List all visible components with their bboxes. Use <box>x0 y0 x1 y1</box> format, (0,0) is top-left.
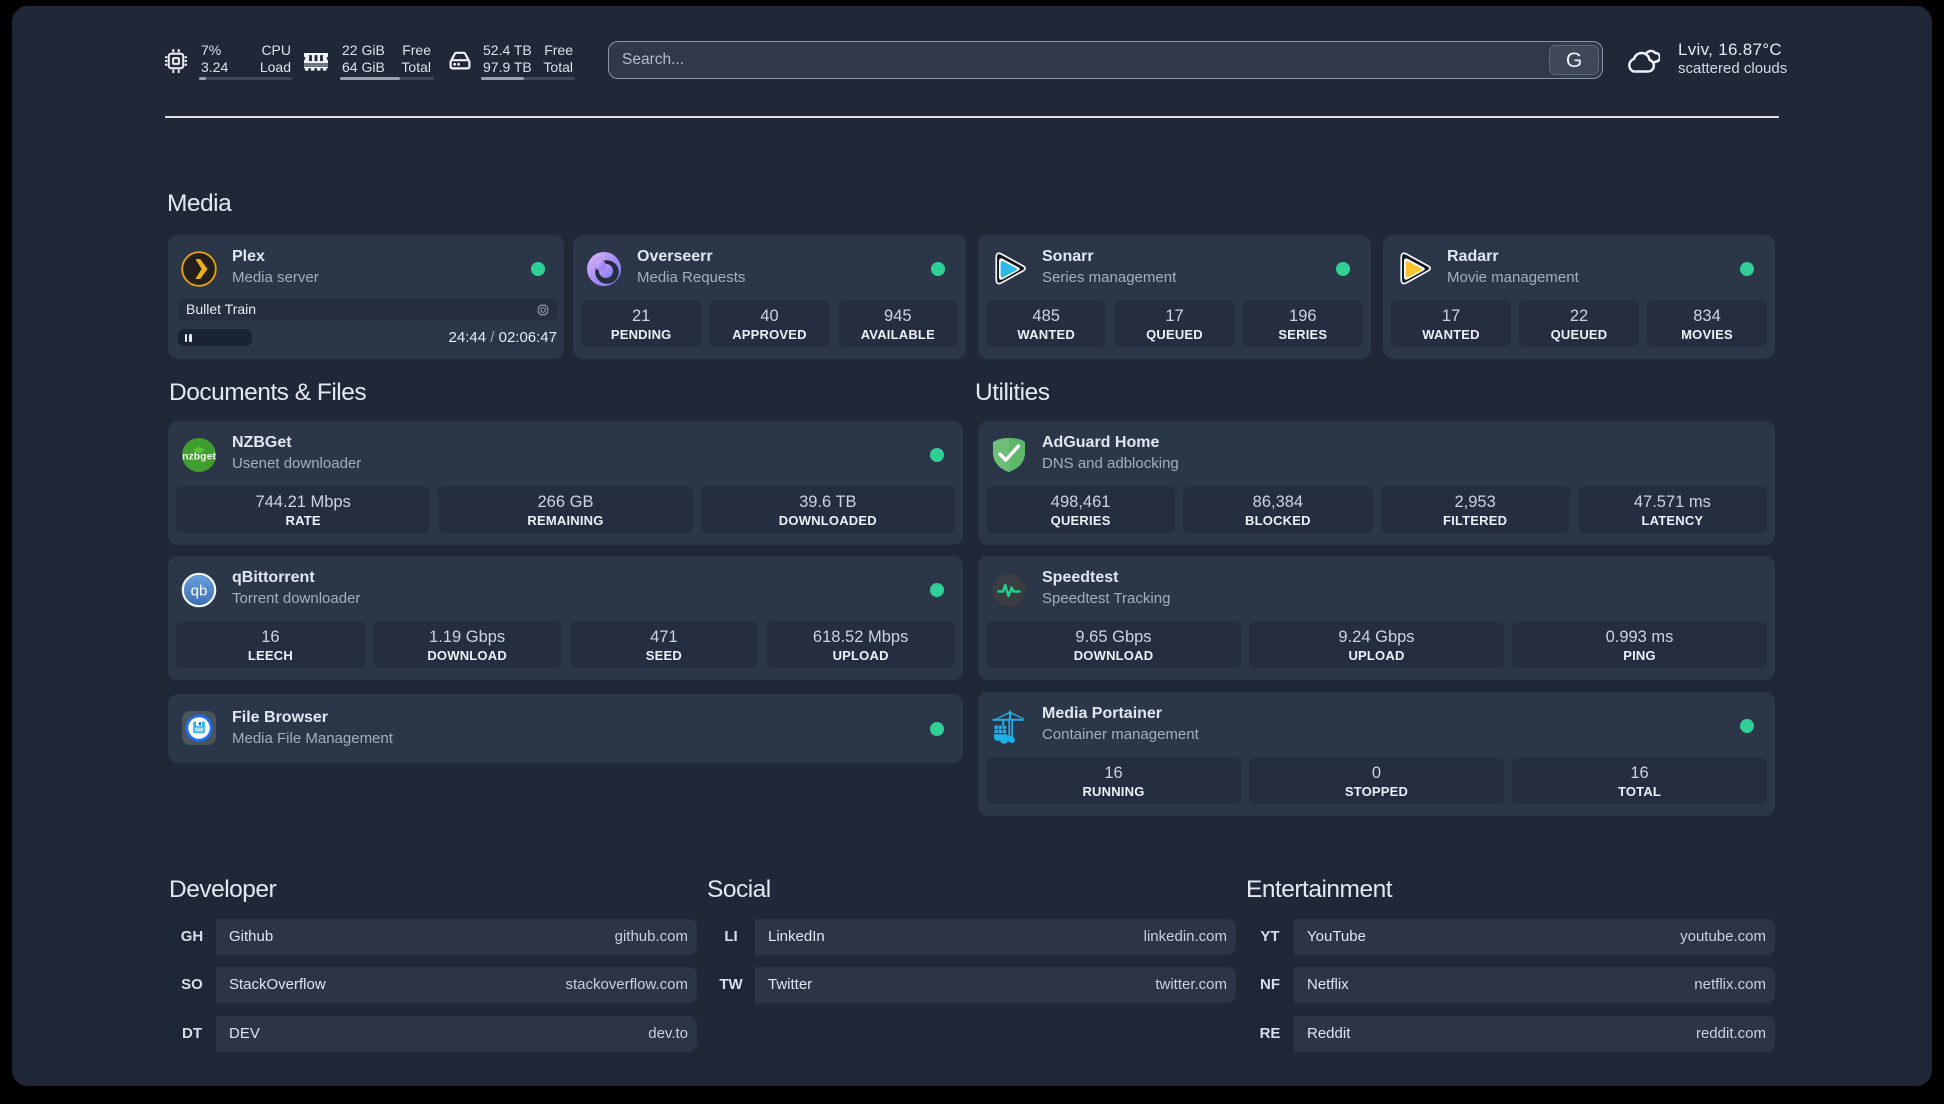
svg-text:qb: qb <box>191 583 208 600</box>
svg-text:nzbget: nzbget <box>182 451 216 463</box>
